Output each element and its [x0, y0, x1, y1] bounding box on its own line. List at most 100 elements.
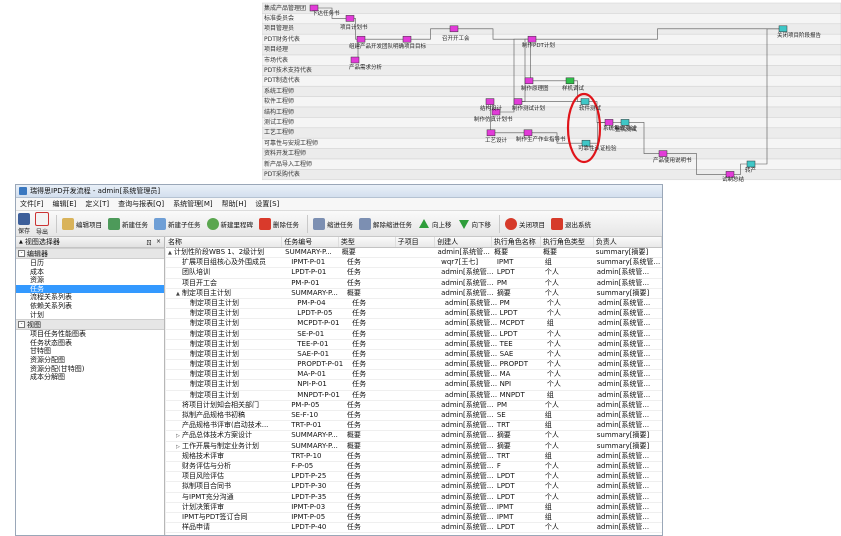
menu-define[interactable]: 定义[T]	[85, 199, 109, 209]
cell-type: 任务	[352, 329, 367, 338]
save-button[interactable]: 保存	[18, 212, 30, 235]
table-row[interactable]: 项目风险评估 LPDT-P-25 任务 admin[系统管... LPDT 个人 admin…	[166, 472, 662, 483]
table-row[interactable]: 制定项目主计划 PM-P-04 任务 admin[系统管... PM 个人 admin[系统…	[166, 299, 662, 310]
column-header-owner[interactable]: 负责人	[594, 237, 662, 247]
cell-code: PM-P-01	[291, 278, 320, 287]
cell-type: 概要	[341, 248, 356, 256]
pin-icon[interactable]: ㄖ	[146, 238, 152, 247]
editor-item[interactable]: 日历	[16, 259, 164, 268]
flow-node[interactable]	[485, 98, 495, 105]
view-item[interactable]: 项目任务性能图表	[16, 330, 164, 339]
table-row[interactable]: IPMT与PDT签订合同 IPMT-P-05 任务 admin[系统管... IPMT 组…	[166, 513, 662, 524]
flow-node[interactable]	[658, 150, 668, 157]
edit-project-button[interactable]: 编辑项目	[62, 217, 102, 230]
table-row[interactable]: 制定项目主计划 PROPDT-P-01 任务 admin[系统管... PROPDT 个人…	[166, 360, 662, 371]
indent-task-button[interactable]: 缩进任务	[313, 217, 353, 230]
table-row[interactable]: 制定项目主计划 LPDT-P-05 任务 admin[系统管... LPDT 个人 admi…	[166, 309, 662, 320]
export-button[interactable]: 导出	[35, 211, 50, 236]
move-down-button[interactable]: 向下移	[458, 218, 491, 230]
close-project-button[interactable]: 关闭项目	[505, 217, 545, 230]
table-row[interactable]: 拟制项目合同书 LPDT-P-30 任务 admin[系统管... LPDT 个人 admi…	[166, 482, 662, 493]
view-item[interactable]: 资源分配(甘特图)	[16, 365, 164, 374]
flow-node[interactable]	[580, 98, 590, 105]
table-row[interactable]: ▲ 计划性阶段WBS 1、2级计划 SUMMARY-P... 概要 admin[系统管.…	[166, 248, 662, 259]
exit-system-button[interactable]: 退出系统	[551, 217, 591, 230]
cell-code: LPDT-P-30	[291, 482, 327, 491]
menu-help[interactable]: 帮助[H]	[222, 199, 247, 209]
menu-file[interactable]: 文件[F]	[20, 199, 44, 209]
new-milestone-button[interactable]: 新建里程碑	[206, 217, 253, 230]
flow-node[interactable]	[746, 160, 756, 168]
editor-item[interactable]: 资源	[16, 276, 164, 285]
table-row[interactable]: ▷ 产品总体技术方案设计 SUMMARY-P... 概要 admin[系统管... 摘要 个…	[166, 431, 662, 442]
flow-node[interactable]	[513, 98, 523, 105]
view-item[interactable]: 资源分配图	[16, 356, 164, 365]
table-row[interactable]: 制定项目主计划 NPI-P-01 任务 admin[系统管... NPI 个人 admin[…	[166, 380, 662, 391]
column-header-role-name[interactable]: 执行角色名称	[492, 237, 541, 247]
menu-system[interactable]: 系统管理[M]	[173, 199, 213, 209]
table-row[interactable]: 项目开工会 PM-P-01 任务 admin[系统管... PM 个人 admin[系统管.…	[166, 279, 662, 289]
flow-node[interactable]	[345, 15, 355, 22]
view-item[interactable]: 甘特图	[16, 347, 164, 356]
flow-node[interactable]	[620, 119, 630, 126]
flow-node[interactable]	[402, 35, 412, 43]
table-row[interactable]: ▲ 制定项目主计划 SUMMARY-P... 概要 admin[系统管... 摘要 个人 su…	[166, 289, 662, 299]
collapse-triangle-icon[interactable]: ▲	[19, 239, 23, 245]
menu-query-report[interactable]: 查询与报表[Q]	[118, 199, 164, 209]
table-row[interactable]: 制定项目主计划 MA-P-01 任务 admin[系统管... MA 个人 admin[系统…	[166, 370, 662, 381]
table-row[interactable]: 扩展项目组核心及外围成员 IPMT-P-01 任务 wqr7[王七] IPMT 组 summ…	[166, 258, 662, 269]
task-name: 制定项目主计划	[190, 339, 239, 348]
view-group-header[interactable]: - 视图	[16, 319, 164, 331]
table-row[interactable]: 制定项目主计划 TEE-P-01 任务 admin[系统管... TEE 个人 admin[…	[166, 340, 662, 350]
flow-node[interactable]	[604, 119, 614, 126]
menu-settings[interactable]: 设置[S]	[255, 199, 279, 209]
flow-node[interactable]	[486, 129, 496, 137]
collapse-box-icon[interactable]: -	[18, 321, 25, 329]
outdent-task-button[interactable]: 解除缩进任务	[359, 217, 412, 230]
editor-group-header[interactable]: - 编辑器	[16, 248, 164, 259]
flow-node[interactable]	[449, 25, 459, 33]
column-header-code[interactable]: 任务编号	[282, 237, 339, 247]
flow-node[interactable]	[778, 25, 788, 33]
title-bar[interactable]: 瑞得思IPD开发流程 - admin[系统管理员]	[16, 185, 662, 198]
flow-node[interactable]	[524, 77, 534, 85]
close-pane-icon[interactable]: ×	[156, 238, 161, 245]
table-row[interactable]: 产品规格书评审(启动技术... TRT-P-01 任务 admin[系统管... TRT…	[166, 421, 662, 432]
move-up-button[interactable]: 向上移	[418, 218, 452, 230]
table-row[interactable]: 制定项目主计划 MNPDT-P-01 任务 admin[系统管... MNPDT 组 adm…	[166, 391, 662, 401]
table-row[interactable]: 团队培训 LPDT-P-01 任务 admin[系统管... LPDT 个人 admin[系…	[166, 268, 662, 279]
table-row[interactable]: 计划决策评审 IPMT-P-03 任务 admin[系统管... IPMT 组 admin[…	[166, 503, 662, 513]
view-item[interactable]: 成本分解图	[16, 373, 164, 382]
table-row[interactable]: 制定项目主计划 MCPDT-P-01 任务 admin[系统管... MCPDT 组 adm…	[166, 319, 662, 330]
column-header-type[interactable]: 类型	[339, 237, 396, 247]
flow-node[interactable]	[565, 77, 575, 85]
cell-sub	[405, 360, 443, 369]
delete-task-button[interactable]: 删除任务	[259, 217, 299, 230]
column-header-name[interactable]: 名称	[166, 237, 283, 247]
editor-item[interactable]: 流程关系列表	[16, 293, 164, 302]
column-header-creator[interactable]: 创建人	[435, 237, 492, 247]
flow-node[interactable]	[350, 56, 360, 64]
collapse-box-icon[interactable]: -	[18, 250, 25, 257]
table-row[interactable]: 规格技术评审 TRT-P-10 任务 admin[系统管... TRT 组 admin[系统…	[166, 452, 662, 462]
table-row[interactable]: 财务评估与分析 F-P-05 任务 admin[系统管... F 个人 admin[系统管.…	[166, 462, 662, 473]
new-task-button[interactable]: 新建任务	[108, 217, 148, 230]
flow-node[interactable]	[527, 35, 537, 43]
column-header-subproject[interactable]: 子项目	[396, 237, 436, 247]
column-header-role-type[interactable]: 执行角色类型	[541, 237, 594, 247]
table-row[interactable]: 与IPMT充分沟通 LPDT-P-35 任务 admin[系统管... LPDT 个人 ad…	[166, 493, 662, 503]
flow-node[interactable]	[523, 129, 533, 137]
table-row[interactable]: 制定项目主计划 SAE-P-01 任务 admin[系统管... SAE 个人 admin[…	[166, 350, 662, 361]
menu-edit[interactable]: 编辑[E]	[53, 199, 77, 209]
editor-item[interactable]: 依赖关系列表	[16, 302, 164, 311]
cell-name: 拟制项目合同书	[166, 482, 289, 491]
flow-node[interactable]	[356, 35, 366, 43]
table-row[interactable]: 将项目计划知会相关部门 PM-P-05 任务 admin[系统管... PM 个人 admi…	[166, 401, 662, 411]
new-subtask-button[interactable]: 新建子任务	[154, 217, 201, 230]
table-row[interactable]: 拟制产品规格书初稿 SE-F-10 任务 admin[系统管... SE 组 admin[系…	[166, 411, 662, 422]
editor-item[interactable]: 计划	[16, 311, 164, 320]
table-row[interactable]: 制定项目主计划 SE-P-01 任务 admin[系统管... LPDT 个人 admin[…	[166, 330, 662, 340]
table-row[interactable]: ▷ 工作开展与制定业务计划 SUMMARY-P... 概要 admin[系统管... 摘要…	[166, 442, 662, 452]
table-row[interactable]: 样品申请 LPDT-P-40 任务 admin[系统管... LPDT 个人 admin[系…	[166, 523, 662, 534]
editor-item[interactable]: 成本	[16, 268, 164, 277]
